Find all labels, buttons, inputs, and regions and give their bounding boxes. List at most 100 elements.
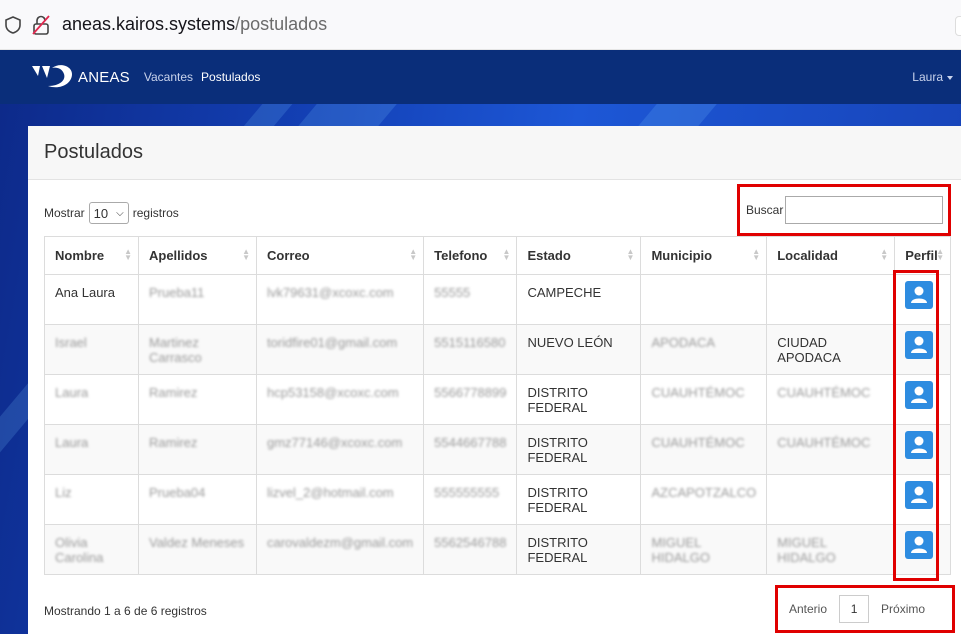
table-row: Israel Martinez Carrasco toridfire01@gmail…: [44, 324, 952, 375]
localidad-value: CIUDAD APODACA: [777, 335, 841, 365]
cell-telefono: 5562546788: [423, 524, 518, 575]
table-header-row: Nombre ▲ ▼ Apellidos ▲ ▼ Correo ▲ ▼ Telefono ▲ ▼…: [44, 236, 952, 275]
apellidos-value: Ramirez: [149, 385, 198, 400]
search-box: Buscar: [737, 184, 951, 236]
nav-link-vacantes[interactable]: Vacantes: [144, 70, 193, 84]
prev-button[interactable]: Anterio: [789, 602, 827, 616]
sort-icon: ▲ ▼: [626, 247, 635, 262]
cell-apellidos: Ramirez: [138, 424, 257, 475]
cell-estado: CAMPECHE: [516, 274, 642, 325]
nombre-value: Laura: [55, 435, 89, 450]
cell-nombre: Liz: [44, 474, 139, 525]
municipio-value: MIGUEL HIDALGO: [651, 535, 710, 565]
estado-value: DISTRITO FEDERAL: [527, 435, 588, 465]
url-field[interactable]: aneas.kairos.systems/postulados: [62, 14, 327, 35]
col-correo[interactable]: Correo ▲ ▼: [255, 236, 425, 275]
cell-apellidos: Ramirez: [138, 374, 257, 425]
localidad-value: CUAUHTÉMOC: [777, 435, 871, 450]
cell-telefono: 5566778899: [423, 374, 518, 425]
cell-nombre: Laura: [44, 424, 139, 475]
apellidos-value: Prueba04: [149, 485, 206, 500]
col-municipio[interactable]: Municipio ▲ ▼: [640, 236, 768, 275]
apellidos-value: Prueba11: [149, 285, 205, 300]
postulados-table: Nombre ▲ ▼ Apellidos ▲ ▼ Correo ▲ ▼ Telefono ▲ ▼…: [44, 236, 952, 575]
table-row: Laura Ramirez gmz77146@xcoxc.com 5544667788…: [44, 424, 952, 475]
cell-municipio: CUAUHTÉMOC: [640, 424, 768, 475]
correo-value: hcp53158@xcoxc.com: [267, 385, 399, 400]
table-row: Laura Ramirez hcp53158@xcoxc.com 5566778899…: [44, 374, 952, 425]
col-label: Perfil: [905, 248, 938, 263]
apellidos-value: Ramirez: [149, 435, 198, 450]
table-row: Olivia Carolina Valdez Meneses carovaldezm…: [44, 524, 952, 575]
col-perfil[interactable]: Perfil ▲ ▼: [894, 236, 952, 275]
user-name: Laura: [912, 70, 943, 84]
brand-logo[interactable]: ANEAS: [30, 62, 130, 92]
insecure-lock-icon[interactable]: [30, 14, 52, 36]
chevron-down-icon: ⌵: [116, 207, 124, 219]
col-estado[interactable]: Estado ▲ ▼: [516, 236, 642, 275]
municipio-value: APODACA: [651, 335, 716, 350]
length-select[interactable]: 10 ⌵: [88, 202, 129, 224]
page-title: Postulados: [44, 141, 143, 163]
page-1-button[interactable]: 1: [839, 595, 870, 623]
col-label: Apellidos: [149, 248, 208, 263]
cell-estado: DISTRITO FEDERAL: [516, 374, 642, 425]
cell-nombre: Ana Laura: [44, 274, 139, 325]
col-apellidos[interactable]: Apellidos ▲ ▼: [138, 236, 257, 275]
cell-localidad: [766, 474, 896, 525]
cell-municipio: APODACA: [640, 324, 768, 375]
nombre-value: Israel: [55, 335, 87, 350]
col-nombre[interactable]: Nombre ▲ ▼: [44, 236, 139, 275]
cell-localidad: CUAUHTÉMOC: [766, 424, 896, 475]
length-prefix: Mostrar: [44, 206, 85, 220]
correo-value: lvk79631@xcoxc.com: [267, 285, 394, 300]
col-label: Estado: [527, 248, 571, 263]
cell-municipio: [640, 274, 768, 325]
nav-link-postulados[interactable]: Postulados: [201, 70, 260, 84]
sort-icon: ▲ ▼: [409, 247, 418, 262]
municipio-value: AZCAPOTZALCO: [651, 485, 757, 500]
search-input[interactable]: [785, 196, 944, 224]
telefono-value: 5562546788: [434, 535, 507, 550]
sort-icon: ▲ ▼: [124, 247, 132, 262]
user-menu[interactable]: Laura: [912, 70, 953, 84]
cell-telefono: 5515116580: [423, 324, 518, 375]
perfil-highlight: [893, 270, 939, 581]
estado-value: DISTRITO FEDERAL: [527, 535, 588, 565]
length-control: Mostrar 10 ⌵ registros: [44, 202, 179, 224]
cell-localidad: CIUDAD APODACA: [766, 324, 896, 375]
cell-telefono: 555555555: [423, 474, 518, 525]
col-telefono[interactable]: Telefono ▲ ▼: [423, 236, 518, 275]
cell-nombre: Israel: [44, 324, 139, 375]
cell-estado: DISTRITO FEDERAL: [516, 424, 642, 475]
sort-icon: ▲ ▼: [502, 247, 511, 262]
length-value: 10: [93, 205, 109, 221]
municipio-value: CUAUHTÉMOC: [651, 435, 745, 450]
col-label: Nombre: [55, 248, 105, 263]
sort-icon: ▲ ▼: [242, 247, 250, 262]
pagination: Anterio 1 Próximo: [789, 595, 925, 623]
cell-estado: DISTRITO FEDERAL: [516, 474, 642, 525]
col-label: Telefono: [434, 248, 488, 263]
municipio-value: CUAUHTÉMOC: [651, 385, 745, 400]
shield-icon[interactable]: [2, 14, 24, 36]
top-navbar: ANEAS Vacantes Postulados Laura: [0, 50, 961, 104]
cell-correo: lizvel_2@hotmail.com: [255, 474, 425, 525]
next-button[interactable]: Próximo: [881, 602, 925, 616]
telefono-value: 5515116580: [434, 335, 506, 350]
brand-name: ANEAS: [78, 68, 130, 86]
sort-icon: ▲ ▼: [880, 247, 889, 262]
table-row: Ana Laura Prueba11 lvk79631@xcoxc.com 55555…: [44, 274, 952, 325]
col-localidad[interactable]: Localidad ▲ ▼: [766, 236, 896, 275]
estado-value: DISTRITO FEDERAL: [527, 485, 588, 515]
nombre-value: Liz: [55, 485, 72, 500]
cell-municipio: CUAUHTÉMOC: [640, 374, 768, 425]
caret-down-icon: [947, 75, 953, 80]
localidad-value: CUAUHTÉMOC: [777, 385, 871, 400]
nombre-value: Laura: [55, 385, 89, 400]
telefono-value: 5566778899: [434, 385, 507, 400]
cell-telefono: 55555: [423, 274, 518, 325]
url-host: aneas.kairos.systems: [62, 14, 236, 34]
browser-side-tab: [955, 16, 961, 36]
estado-value: DISTRITO FEDERAL: [527, 385, 588, 415]
